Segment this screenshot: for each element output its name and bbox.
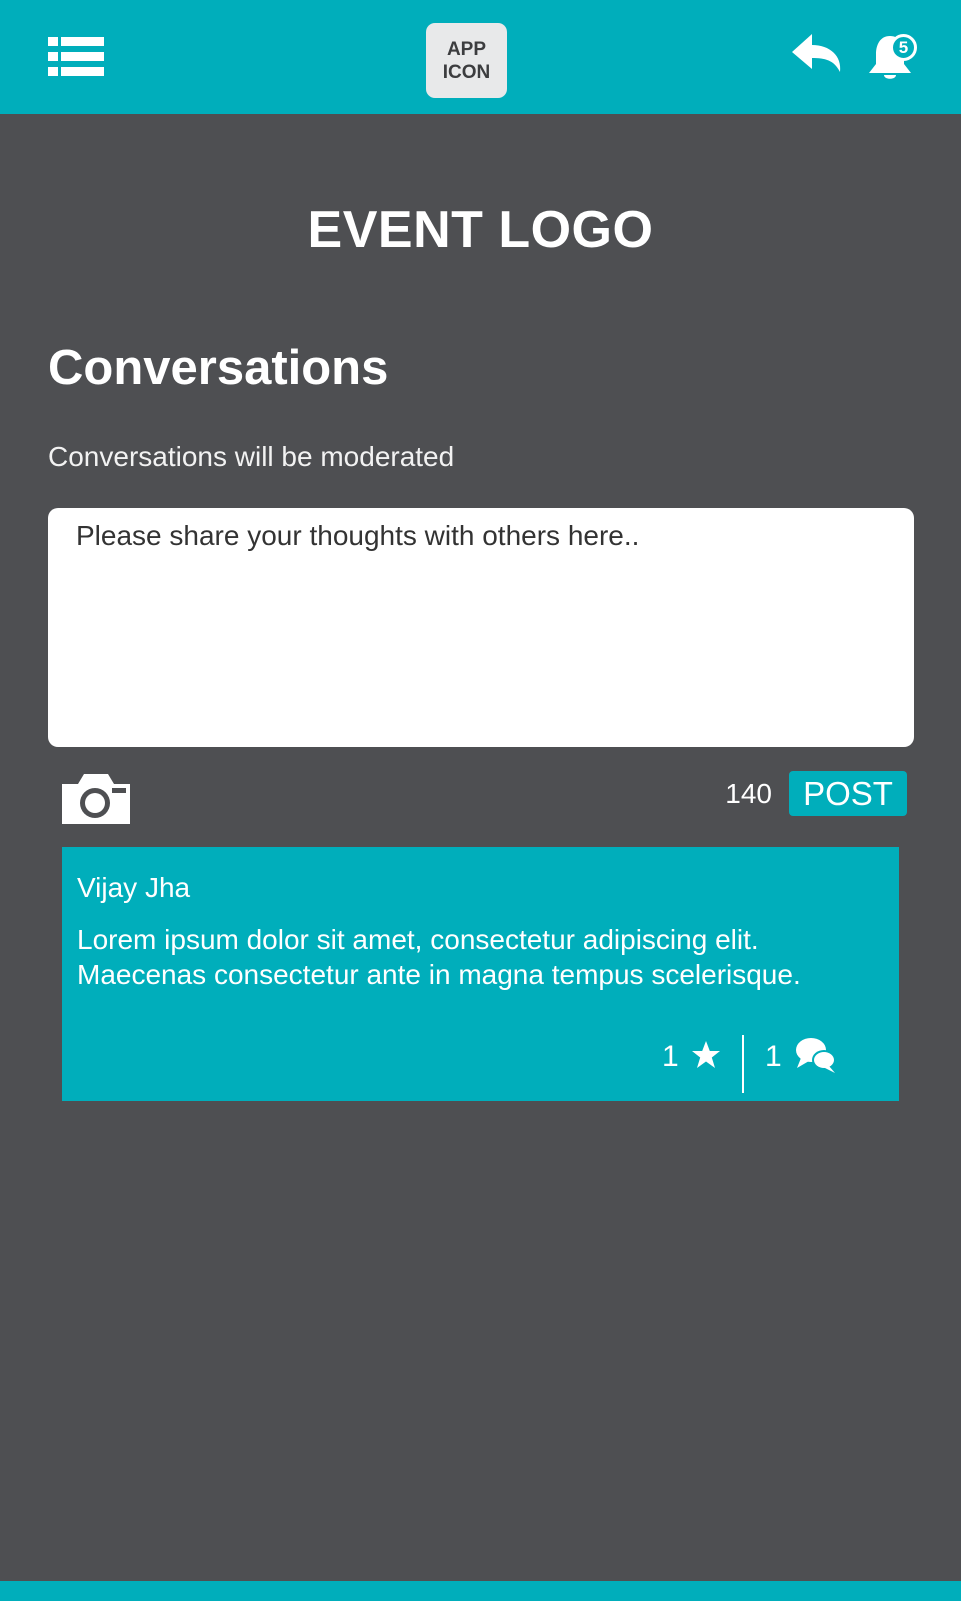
app-icon-line1: APP (446, 38, 487, 60)
like-count: 1 (662, 1040, 679, 1073)
post-actions: 1 1 (62, 1035, 899, 1095)
notification-count-badge: 5 (890, 34, 917, 61)
moderation-note: Conversations will be moderated (48, 441, 455, 472)
app-header: APP ICON 5 (0, 0, 961, 114)
conversation-input[interactable] (48, 508, 914, 747)
comment-count: 1 (765, 1040, 782, 1073)
event-logo: EVENT LOGO (307, 201, 654, 259)
post-button[interactable]: POST (789, 771, 907, 816)
list-menu-icon[interactable] (48, 37, 104, 76)
camera-icon[interactable] (62, 772, 130, 824)
post-author: Vijay Jha (77, 872, 191, 903)
comment-icon[interactable] (795, 1036, 837, 1074)
character-counter: 140 (725, 778, 772, 809)
app-icon[interactable]: APP ICON (426, 23, 507, 98)
footer-divider (742, 1035, 744, 1093)
notifications-button[interactable]: 5 (866, 30, 922, 82)
post-body: Lorem ipsum dolor sit amet, consectetur … (77, 924, 801, 990)
star-icon[interactable] (691, 1040, 721, 1070)
app-icon-line2: ICON (442, 61, 491, 83)
reply-back-icon[interactable] (792, 34, 842, 74)
page-title: Conversations (48, 341, 389, 395)
bottom-bar (0, 1581, 961, 1601)
conversation-post: Vijay Jha Lorem ipsum dolor sit amet, co… (62, 847, 899, 1101)
